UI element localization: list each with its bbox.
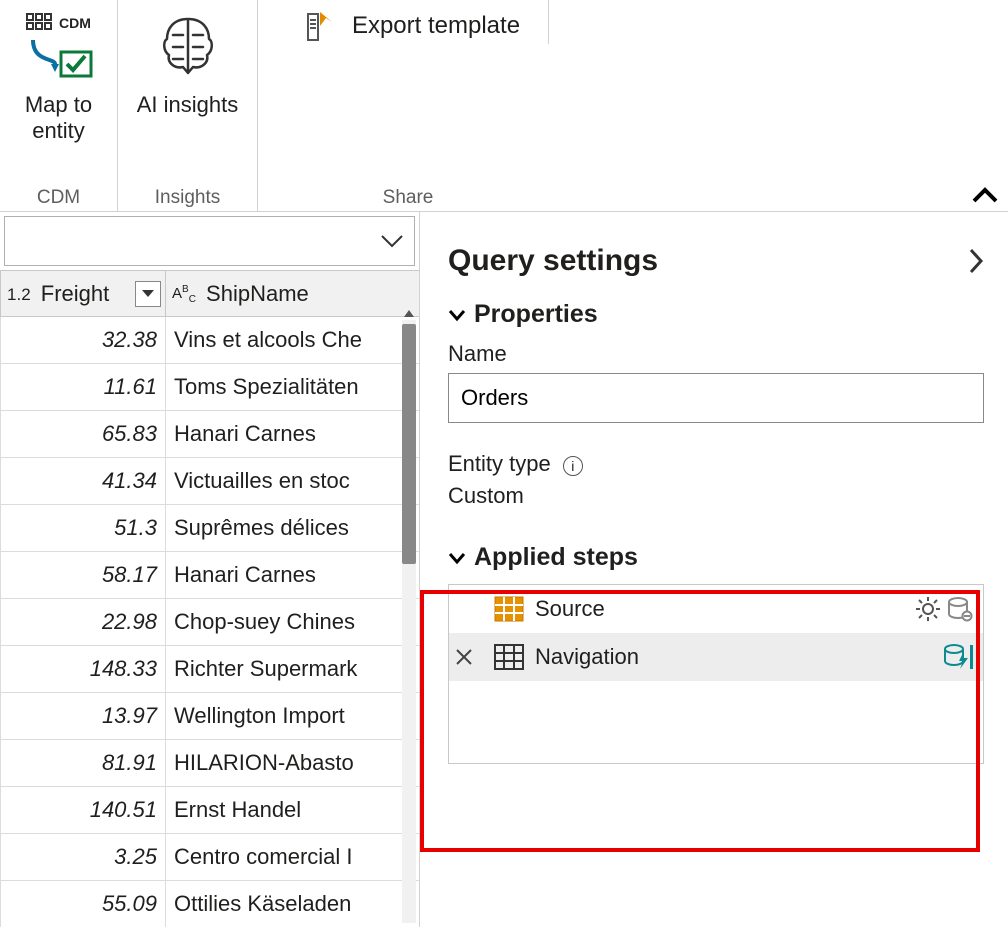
gear-icon[interactable] [915,596,941,622]
collapse-ribbon-button[interactable] [972,187,998,205]
ribbon-group-label-share: Share [383,187,434,211]
ai-insights-button[interactable]: AI insights [133,2,243,118]
data-table[interactable]: 1.2 Freight ABC ShipName 32.38Vin [0,270,419,927]
table-row[interactable]: 32.38Vins et alcools Che [1,317,420,364]
table-row[interactable]: 140.51Ernst Handel [1,787,420,834]
map-to-entity-button[interactable]: CDM Map to entity [4,2,114,145]
table-row[interactable]: 55.09Ottilies Käseladen [1,881,420,927]
decimal-type-icon: 1.2 [7,285,31,304]
map-to-entity-label: Map to entity [8,92,110,145]
applied-steps-header: Applied steps [474,543,638,572]
table-row[interactable]: 65.83Hanari Carnes [1,411,420,458]
ribbon: CDM Map to entity CDM [0,0,1008,212]
ribbon-group-label-cdm: CDM [37,187,80,211]
ribbon-group-cdm: CDM Map to entity CDM [0,0,118,211]
chevron-down-icon [448,308,466,322]
applied-steps-section-toggle[interactable]: Applied steps [448,543,984,572]
properties-header: Properties [474,300,598,329]
column-header-shipname[interactable]: ABC ShipName [166,271,420,317]
properties-section-toggle[interactable]: Properties [448,300,984,329]
applied-steps-list: Source [448,584,984,764]
vertical-scrollbar[interactable] [402,320,416,923]
svg-text:CDM: CDM [59,15,91,31]
entity-type-value: Custom [448,483,984,509]
query-settings-title: Query settings [448,244,658,278]
column-filter-freight[interactable] [135,281,161,307]
applied-step-navigation[interactable]: Navigation [449,633,983,681]
query-name-input[interactable] [448,373,984,423]
ribbon-group-share: Export template Share [258,0,558,211]
name-label: Name [448,341,984,367]
delete-step-button[interactable] [455,648,483,666]
column-name-shipname: ShipName [206,281,309,306]
data-table-wrap: 1.2 Freight ABC ShipName 32.38Vin [0,270,419,927]
table-row[interactable]: 11.61Toms Spezialitäten [1,364,420,411]
table-row[interactable]: 148.33Richter Supermark [1,646,420,693]
table-row[interactable]: 13.97Wellington Import [1,693,420,740]
chevron-right-icon[interactable] [968,248,984,274]
table-row[interactable]: 58.17Hanari Carnes [1,552,420,599]
column-name-freight: Freight [41,281,109,306]
applied-step-source[interactable]: Source [449,585,983,633]
step-name-label: Navigation [535,644,933,670]
formula-bar[interactable] [4,216,415,266]
table-orange-icon [493,595,525,623]
table-icon [493,643,525,671]
table-row[interactable]: 22.98Chop-suey Chines [1,599,420,646]
dynamic-source-icon [943,643,973,671]
ribbon-group-insights: AI insights Insights [118,0,258,211]
entity-type-label: Entity type i [448,451,984,477]
chevron-down-icon [448,551,466,565]
ribbon-group-label-insights: Insights [155,187,220,211]
scroll-up-arrow-icon [404,310,414,317]
divider [548,0,549,44]
table-row[interactable]: 51.3Suprêmes délices [1,505,420,552]
table-row[interactable]: 81.91HILARION-Abasto [1,740,420,787]
ai-insights-label: AI insights [137,92,239,118]
info-icon[interactable]: i [563,456,583,476]
export-template-label: Export template [352,12,520,40]
brain-icon [148,6,228,86]
table-row[interactable]: 41.34Victuailles en stoc [1,458,420,505]
chevron-down-icon[interactable] [380,233,404,249]
text-type-icon: ABC [172,285,196,302]
export-template-button[interactable]: Export template [292,2,524,46]
export-template-icon [302,6,342,46]
map-to-entity-icon: CDM [19,6,99,86]
table-row[interactable]: 3.25Centro comercial I [1,834,420,881]
step-name-label: Source [535,596,905,622]
dynamic-source-icon [947,596,973,622]
data-preview-pane: 1.2 Freight ABC ShipName 32.38Vin [0,212,420,927]
scroll-thumb[interactable] [402,324,416,564]
column-header-freight[interactable]: 1.2 Freight [1,271,166,317]
query-settings-pane: Query settings Properties Name Entity ty… [420,212,1008,927]
